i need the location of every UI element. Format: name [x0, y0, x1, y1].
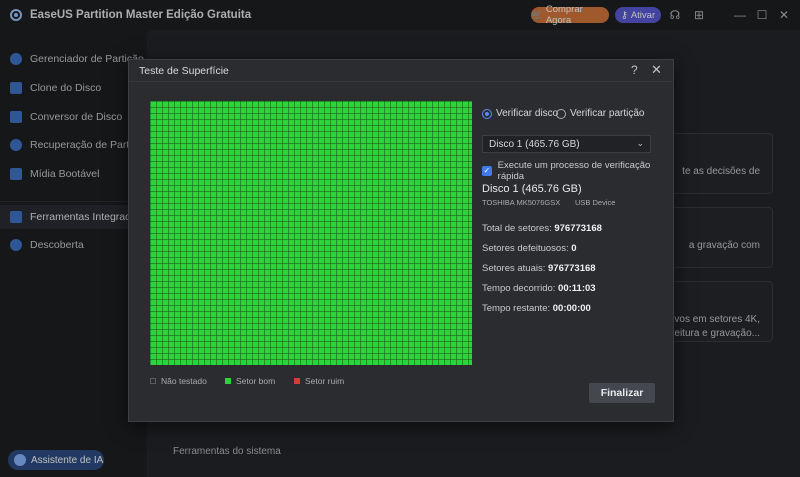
disk-model: TOSHIBA MK5076GSX: [482, 198, 561, 207]
stat-elapsed-time: Tempo decorrido: 00:11:03: [482, 283, 596, 294]
surface-test-dialog: Teste de Superfície ? ✕ Não testado Seto…: [128, 59, 674, 422]
legend-item-good: Setor bom: [225, 376, 275, 386]
legend-swatch: [225, 378, 231, 384]
close-icon[interactable]: ✕: [651, 62, 662, 78]
radio-check-disk[interactable]: Verificar disco: [482, 108, 558, 119]
dialog-title: Teste de Superfície: [139, 65, 229, 77]
legend-label: Não testado: [161, 376, 207, 386]
legend-swatch: [150, 378, 156, 384]
stat-label: Setores defeituosos:: [482, 243, 569, 254]
legend-item-untested: Não testado: [150, 376, 207, 386]
radio-label: Verificar partição: [570, 108, 645, 119]
stat-value: 00:00:00: [552, 303, 591, 314]
sector-map: [150, 101, 472, 365]
quick-check-option[interactable]: ✓ Execute um processo de verificação ráp…: [482, 160, 673, 182]
stat-label: Tempo decorrido:: [482, 283, 556, 294]
stat-label: Tempo restante:: [482, 303, 551, 314]
stat-value: 976773168: [554, 223, 602, 234]
legend-swatch: [294, 378, 300, 384]
stat-current-sectors: Setores atuais: 976773168: [482, 263, 596, 274]
disk-select[interactable]: Disco 1 (465.76 GB) ⌄: [482, 135, 651, 153]
dialog-header: Teste de Superfície ? ✕: [129, 60, 673, 82]
finish-button[interactable]: Finalizar: [589, 383, 655, 403]
stat-value: 00:11:03: [558, 283, 596, 294]
quick-check-label: Execute um processo de verificação rápid…: [497, 160, 651, 182]
stat-remaining-time: Tempo restante: 00:00:00: [482, 303, 591, 314]
radio-selected-icon: [482, 108, 492, 119]
stat-value: 0: [571, 243, 577, 254]
radio-unselected-icon: [556, 108, 566, 119]
stat-bad-sectors: Setores defeituosos: 0: [482, 243, 577, 254]
chevron-down-icon: ⌄: [636, 138, 644, 148]
stat-total-sectors: Total de setores: 976773168: [482, 223, 602, 234]
disk-type: USB Device: [575, 198, 616, 207]
stat-label: Setores atuais:: [482, 263, 546, 274]
legend-item-bad: Setor ruim: [294, 376, 344, 386]
disk-name: Disco 1 (465.76 GB): [482, 183, 582, 195]
checkbox-checked-icon[interactable]: ✓: [482, 166, 492, 176]
stat-label: Total de setores:: [482, 223, 552, 234]
legend-label: Setor bom: [236, 376, 276, 386]
radio-label: Verificar disco: [496, 108, 559, 119]
legend-label: Setor ruim: [305, 376, 345, 386]
disk-select-value: Disco 1 (465.76 GB): [489, 138, 580, 150]
radio-check-partition[interactable]: Verificar partição: [556, 108, 644, 119]
help-icon[interactable]: ?: [631, 63, 638, 77]
stat-value: 976773168: [548, 263, 596, 274]
